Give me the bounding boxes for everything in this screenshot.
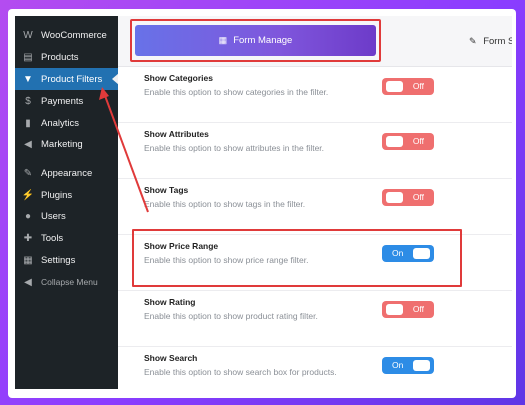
sidebar-item-label: Analytics (41, 117, 80, 129)
toggle-label: Off (412, 136, 424, 146)
setting-row-show-search: Show Search Enable this option to show s… (118, 347, 512, 389)
toggle-show-attributes[interactable]: Off (382, 133, 434, 150)
price-range-highlight-box (132, 229, 462, 287)
collapse-menu-label: Collapse Menu (41, 277, 98, 287)
brush-icon: ✎ (469, 36, 477, 46)
sidebar-item-analytics[interactable]: ▮ Analytics (15, 112, 118, 134)
sidebar-item-payments[interactable]: $ Payments (15, 90, 118, 112)
sidebar-item-label: Tools (41, 232, 64, 244)
setting-description: Enable this option to show attributes in… (144, 143, 325, 153)
tab-label: Form S (483, 36, 512, 47)
sidebar-item-settings[interactable]: ▦ Settings (15, 249, 118, 271)
setting-row-show-attributes: Show Attributes Enable this option to sh… (118, 123, 512, 179)
tab-bar: ▦ Form Manage ✎ Form S (118, 16, 512, 67)
sidebar-item-users[interactable]: ● Users (15, 205, 118, 227)
collapse-icon: ◀ (24, 276, 32, 288)
sidebar-item-label: Users (41, 210, 66, 222)
wrench-icon: ✚ (23, 232, 33, 244)
sidebar-item-label: Plugins (41, 189, 73, 201)
sidebar-item-appearance[interactable]: ✎ Appearance (15, 162, 118, 184)
collapse-menu-button[interactable]: ◀ Collapse Menu (15, 271, 118, 293)
paintbrush-icon: ✎ (23, 167, 33, 179)
woocommerce-icon: W (23, 29, 33, 41)
sidebar-item-products[interactable]: ▤ Products (15, 46, 118, 68)
toggle-show-rating[interactable]: Off (382, 301, 434, 318)
sidebar-item-plugins[interactable]: ⚡ Plugins (15, 184, 118, 206)
setting-row-show-categories: Show Categories Enable this option to sh… (118, 67, 512, 123)
toggle-knob (386, 304, 403, 315)
toggle-label: Off (412, 81, 424, 91)
sidebar-item-label: Marketing (41, 138, 83, 150)
analytics-icon: ▮ (25, 117, 31, 129)
admin-sidebar: W WooCommerce ▤ Products ▼ Product Filte… (15, 16, 119, 389)
main-content: ▦ Form Manage ✎ Form S Show Categories E… (118, 16, 512, 389)
sidebar-item-label: Payments (41, 95, 84, 107)
sidebar-item-label: Products (41, 51, 79, 63)
setting-row-show-rating: Show Rating Enable this option to show p… (118, 291, 512, 347)
users-icon: ● (24, 210, 32, 222)
setting-description: Enable this option to show tags in the f… (144, 199, 306, 209)
sidebar-item-label: Settings (41, 254, 76, 266)
sidebar-item-woocommerce[interactable]: W WooCommerce (15, 24, 118, 46)
toggle-knob (386, 192, 403, 203)
sidebar-item-marketing[interactable]: ◀ Marketing (15, 133, 118, 155)
sidebar-item-label: Product Filters (41, 73, 103, 85)
setting-title: Show Tags (144, 185, 189, 195)
products-icon: ▤ (23, 51, 33, 63)
setting-title: Show Categories (144, 73, 213, 83)
admin-screen: W WooCommerce ▤ Products ▼ Product Filte… (15, 16, 512, 389)
setting-description: Enable this option to show categories in… (144, 87, 329, 97)
toggle-label: Off (412, 192, 424, 202)
sidebar-item-label: WooCommerce (41, 29, 107, 41)
toggle-show-search[interactable]: On (382, 357, 434, 374)
plugin-icon: ⚡ (21, 189, 35, 201)
toggle-show-categories[interactable]: Off (382, 78, 434, 95)
toggle-label: Off (412, 304, 424, 314)
toggle-label: On (392, 360, 404, 370)
setting-description: Enable this option to show search box fo… (144, 367, 337, 377)
megaphone-icon: ◀ (24, 138, 32, 150)
setting-row-show-tags: Show Tags Enable this option to show tag… (118, 179, 512, 235)
toggle-knob (386, 136, 403, 147)
toggle-show-tags[interactable]: Off (382, 189, 434, 206)
toggle-knob (413, 360, 430, 371)
tab-form-style[interactable]: ✎ Form S (469, 36, 512, 47)
setting-description: Enable this option to show product ratin… (144, 311, 318, 321)
settings-icon: ▦ (23, 254, 33, 266)
tab-highlight-box (130, 19, 381, 62)
filter-icon: ▼ (23, 73, 33, 85)
sidebar-item-label: Appearance (41, 167, 93, 179)
setting-title: Show Search (144, 353, 198, 363)
setting-title: Show Rating (144, 297, 196, 307)
sidebar-item-product-filters[interactable]: ▼ Product Filters (15, 68, 119, 90)
sidebar-item-tools[interactable]: ✚ Tools (15, 227, 118, 249)
payments-icon: $ (25, 95, 31, 107)
setting-title: Show Attributes (144, 129, 209, 139)
toggle-knob (386, 81, 403, 92)
